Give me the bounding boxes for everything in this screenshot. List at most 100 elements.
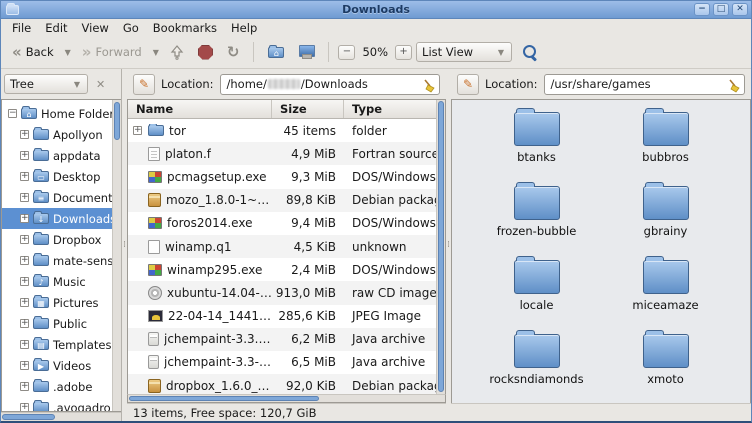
tree-expander-icon[interactable]: + xyxy=(20,172,29,181)
clear-location-icon[interactable] xyxy=(727,78,741,93)
sidebar-item-desktop[interactable]: +▭Desktop xyxy=(2,166,112,187)
sidebar-item-downloads[interactable]: +↓Downloads xyxy=(2,208,112,229)
file-row[interactable]: jchempaint-3.3-1210...6,5 MiBJava archiv… xyxy=(128,351,436,374)
sidebar-mode-select[interactable]: Tree ▼ xyxy=(4,74,88,94)
file-row[interactable]: foros2014.exe9,4 MiBDOS/Windows ex xyxy=(128,212,436,235)
tree-expander-icon[interactable]: + xyxy=(20,382,29,391)
minimize-button[interactable]: − xyxy=(694,3,710,16)
file-size: 4,9 MiB xyxy=(272,147,344,161)
file-size: 285,6 KiB xyxy=(272,309,344,323)
computer-button[interactable] xyxy=(293,42,319,62)
sidebar-item-documents[interactable]: +≡Documents xyxy=(2,187,112,208)
sidebar-item-label: Downloads xyxy=(53,212,112,226)
folder-item-miceamaze[interactable]: miceamaze xyxy=(601,260,730,312)
menu-bookmarks[interactable]: Bookmarks xyxy=(146,20,224,36)
file-row[interactable]: xubuntu-14.04-deskt...913,0 MiBraw CD im… xyxy=(128,281,436,304)
tree-expander-icon[interactable]: + xyxy=(20,298,29,307)
titlebar[interactable]: Downloads −□✕ xyxy=(1,1,751,19)
forward-history-chevron-icon[interactable]: ▼ xyxy=(151,48,161,57)
folder-icon xyxy=(643,260,689,294)
sidebar-item-mate-sensors-[interactable]: +mate-sensors- xyxy=(2,250,112,271)
up-button[interactable] xyxy=(165,42,189,63)
column-header-type[interactable]: Type xyxy=(344,100,436,118)
tree-expander-icon[interactable]: + xyxy=(20,277,29,286)
sidebar-item-templates[interactable]: +▤Templates xyxy=(2,334,112,355)
folder-item-locale[interactable]: locale xyxy=(472,260,601,312)
file-row[interactable]: dropbox_1.6.0_amd6...92,0 KiBDebian pack… xyxy=(128,374,436,394)
file-row[interactable]: 22-04-14_1441.jpg285,6 KiBJPEG Image xyxy=(128,305,436,328)
sidebar-item-apollyon[interactable]: +Apollyon xyxy=(2,124,112,145)
tree-expander-icon[interactable]: + xyxy=(20,340,29,349)
close-button[interactable]: ✕ xyxy=(732,3,748,16)
column-header-size[interactable]: Size xyxy=(272,100,344,118)
maximize-button[interactable]: □ xyxy=(713,3,729,16)
home-button[interactable]: ⌂ xyxy=(263,44,289,61)
tree-expander-icon[interactable]: + xyxy=(20,403,29,411)
sidebar-vertical-scrollbar[interactable] xyxy=(112,100,121,411)
clear-location-icon[interactable] xyxy=(422,78,436,93)
tree-expander-icon[interactable]: + xyxy=(20,361,29,370)
menu-help[interactable]: Help xyxy=(224,20,264,36)
file-row[interactable]: jchempaint-3.3.0.jar6,2 MiBJava archive xyxy=(128,328,436,351)
folder-item-rocksndiamonds[interactable]: rocksndiamonds xyxy=(472,334,601,386)
tree-expander-icon[interactable]: + xyxy=(20,319,29,328)
file-row[interactable]: platon.f4,9 MiBFortran source co xyxy=(128,142,436,165)
edit-location-icon[interactable]: ✎ xyxy=(457,74,479,95)
list-vertical-scrollbar[interactable] xyxy=(436,100,445,394)
folder-item-btanks[interactable]: btanks xyxy=(472,112,601,164)
menu-view[interactable]: View xyxy=(75,20,116,36)
folder-icon xyxy=(33,402,49,411)
tree-expander-icon[interactable]: − xyxy=(8,109,17,118)
scrollbar-thumb[interactable] xyxy=(129,396,319,401)
file-row[interactable]: pcmagsetup.exe9,3 MiBDOS/Windows ex xyxy=(128,165,436,188)
sidebar-item-home-folder[interactable]: −⌂Home Folder xyxy=(2,103,112,124)
sidebar-item-pictures[interactable]: +▦Pictures xyxy=(2,292,112,313)
sidebar-item-music[interactable]: +♪Music xyxy=(2,271,112,292)
menu-file[interactable]: File xyxy=(5,20,38,36)
file-row[interactable]: mozo_1.8.0-1~unoffi...89,8 KiBDebian pac… xyxy=(128,189,436,212)
stop-button[interactable] xyxy=(193,42,218,63)
search-icon[interactable] xyxy=(522,44,538,60)
file-name: xubuntu-14.04-deskt... xyxy=(167,286,272,300)
back-history-chevron-icon[interactable]: ▼ xyxy=(63,48,73,57)
view-mode-select[interactable]: List View ▼ xyxy=(416,42,512,62)
sidebar-horizontal-scrollbar[interactable] xyxy=(1,412,121,421)
file-row[interactable]: +tor45 itemsfolder xyxy=(128,119,436,142)
sidebar-item-videos[interactable]: +▶Videos xyxy=(2,355,112,376)
file-row[interactable]: winamp295.exe2,4 MiBDOS/Windows ex xyxy=(128,258,436,281)
sidebar-item-appdata[interactable]: +appdata xyxy=(2,145,112,166)
folder-item-xmoto[interactable]: xmoto xyxy=(601,334,730,386)
sidebar-item--adobe[interactable]: +.adobe xyxy=(2,376,112,397)
right-location-input[interactable]: /usr/share/games xyxy=(544,74,745,95)
sidebar-item-dropbox[interactable]: +Dropbox xyxy=(2,229,112,250)
sidebar-item-public[interactable]: +Public xyxy=(2,313,112,334)
left-location-input[interactable]: /home//Downloads xyxy=(220,74,440,95)
reload-button[interactable]: ↻ xyxy=(222,42,245,62)
scrollbar-thumb[interactable] xyxy=(2,414,55,420)
scrollbar-thumb[interactable] xyxy=(438,101,444,392)
tree-expander-icon[interactable]: + xyxy=(20,130,29,139)
menu-edit[interactable]: Edit xyxy=(38,20,74,36)
tree-expander-icon[interactable]: + xyxy=(133,126,142,135)
back-button[interactable]: « Back xyxy=(7,42,59,62)
list-horizontal-scrollbar[interactable] xyxy=(127,394,446,403)
zoom-in-button[interactable]: + xyxy=(395,45,412,60)
location-path-prefix: /home/ xyxy=(227,77,267,91)
folder-item-frozen-bubble[interactable]: frozen-bubble xyxy=(472,186,601,238)
tree-expander-icon[interactable]: + xyxy=(20,193,29,202)
file-row[interactable]: winamp.q14,5 KiBunknown xyxy=(128,235,436,258)
folder-item-bubbros[interactable]: bubbros xyxy=(601,112,730,164)
tree-expander-icon[interactable]: + xyxy=(20,256,29,265)
zoom-out-button[interactable]: − xyxy=(338,45,355,60)
menu-go[interactable]: Go xyxy=(116,20,146,36)
tree-expander-icon[interactable]: + xyxy=(20,214,29,223)
folder-item-gbrainy[interactable]: gbrainy xyxy=(601,186,730,238)
column-header-name[interactable]: Name xyxy=(128,100,272,118)
tree-expander-icon[interactable]: + xyxy=(20,235,29,244)
edit-location-icon[interactable]: ✎ xyxy=(133,74,155,95)
scrollbar-thumb[interactable] xyxy=(114,102,120,140)
forward-button[interactable]: » Forward xyxy=(77,42,147,62)
close-sidebar-icon[interactable]: ✕ xyxy=(93,78,108,91)
sidebar-item--avogadro[interactable]: +.avogadro xyxy=(2,397,112,411)
tree-expander-icon[interactable]: + xyxy=(20,151,29,160)
